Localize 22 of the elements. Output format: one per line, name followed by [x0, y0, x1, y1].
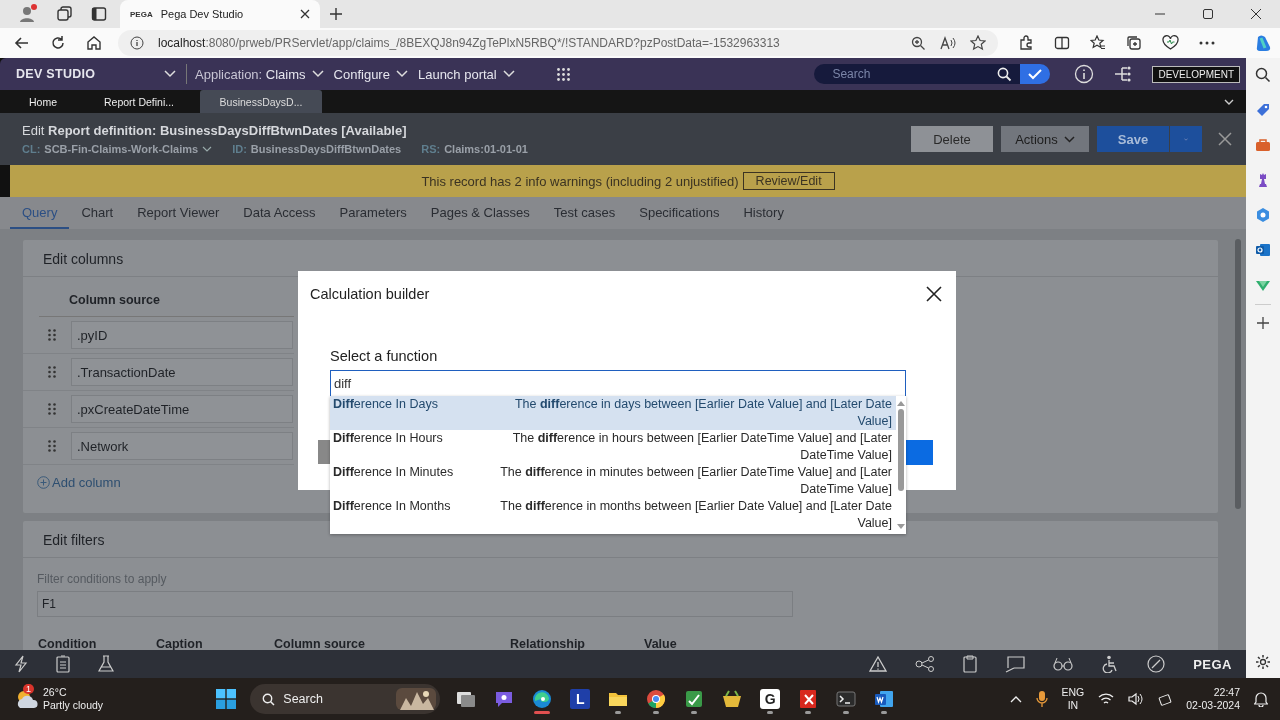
meta-label: CL:: [22, 143, 41, 155]
pega-logo: PEGA: [1193, 656, 1232, 672]
field-label: Select a function: [330, 348, 439, 364]
column-header: Relationship: [510, 637, 586, 650]
dialog-title: Calculation builder: [310, 286, 430, 302]
meta-label: ID:: [232, 143, 247, 155]
record-title: Edit Report definition: BusinessDaysDiffBtwnDates [Available]: [22, 123, 408, 138]
studio-name: DEV STUDIO: [16, 67, 97, 81]
temperature: 26°C: [43, 686, 68, 699]
record-id: BusinessDaysDiffBtwnDates: [250, 143, 402, 155]
column-header: Caption: [156, 637, 204, 650]
column-header: Column source: [39, 293, 294, 317]
column-header: Column source: [274, 637, 366, 650]
column-header: Condition: [38, 637, 98, 650]
meta-label: RS:: [421, 143, 441, 155]
notification-badge: 1: [23, 684, 34, 694]
warning-message: This record has 2 info warnings (including 2 unjustified): [421, 173, 739, 189]
ruleset-name: Claims:01-01-01: [444, 143, 528, 155]
column-header: Value: [644, 637, 678, 650]
weather-condition: Partly cloudy: [43, 699, 104, 712]
environment-badge: DEVELOPMENT: [1152, 65, 1240, 83]
pega-favicon: PEGA: [130, 9, 153, 19]
